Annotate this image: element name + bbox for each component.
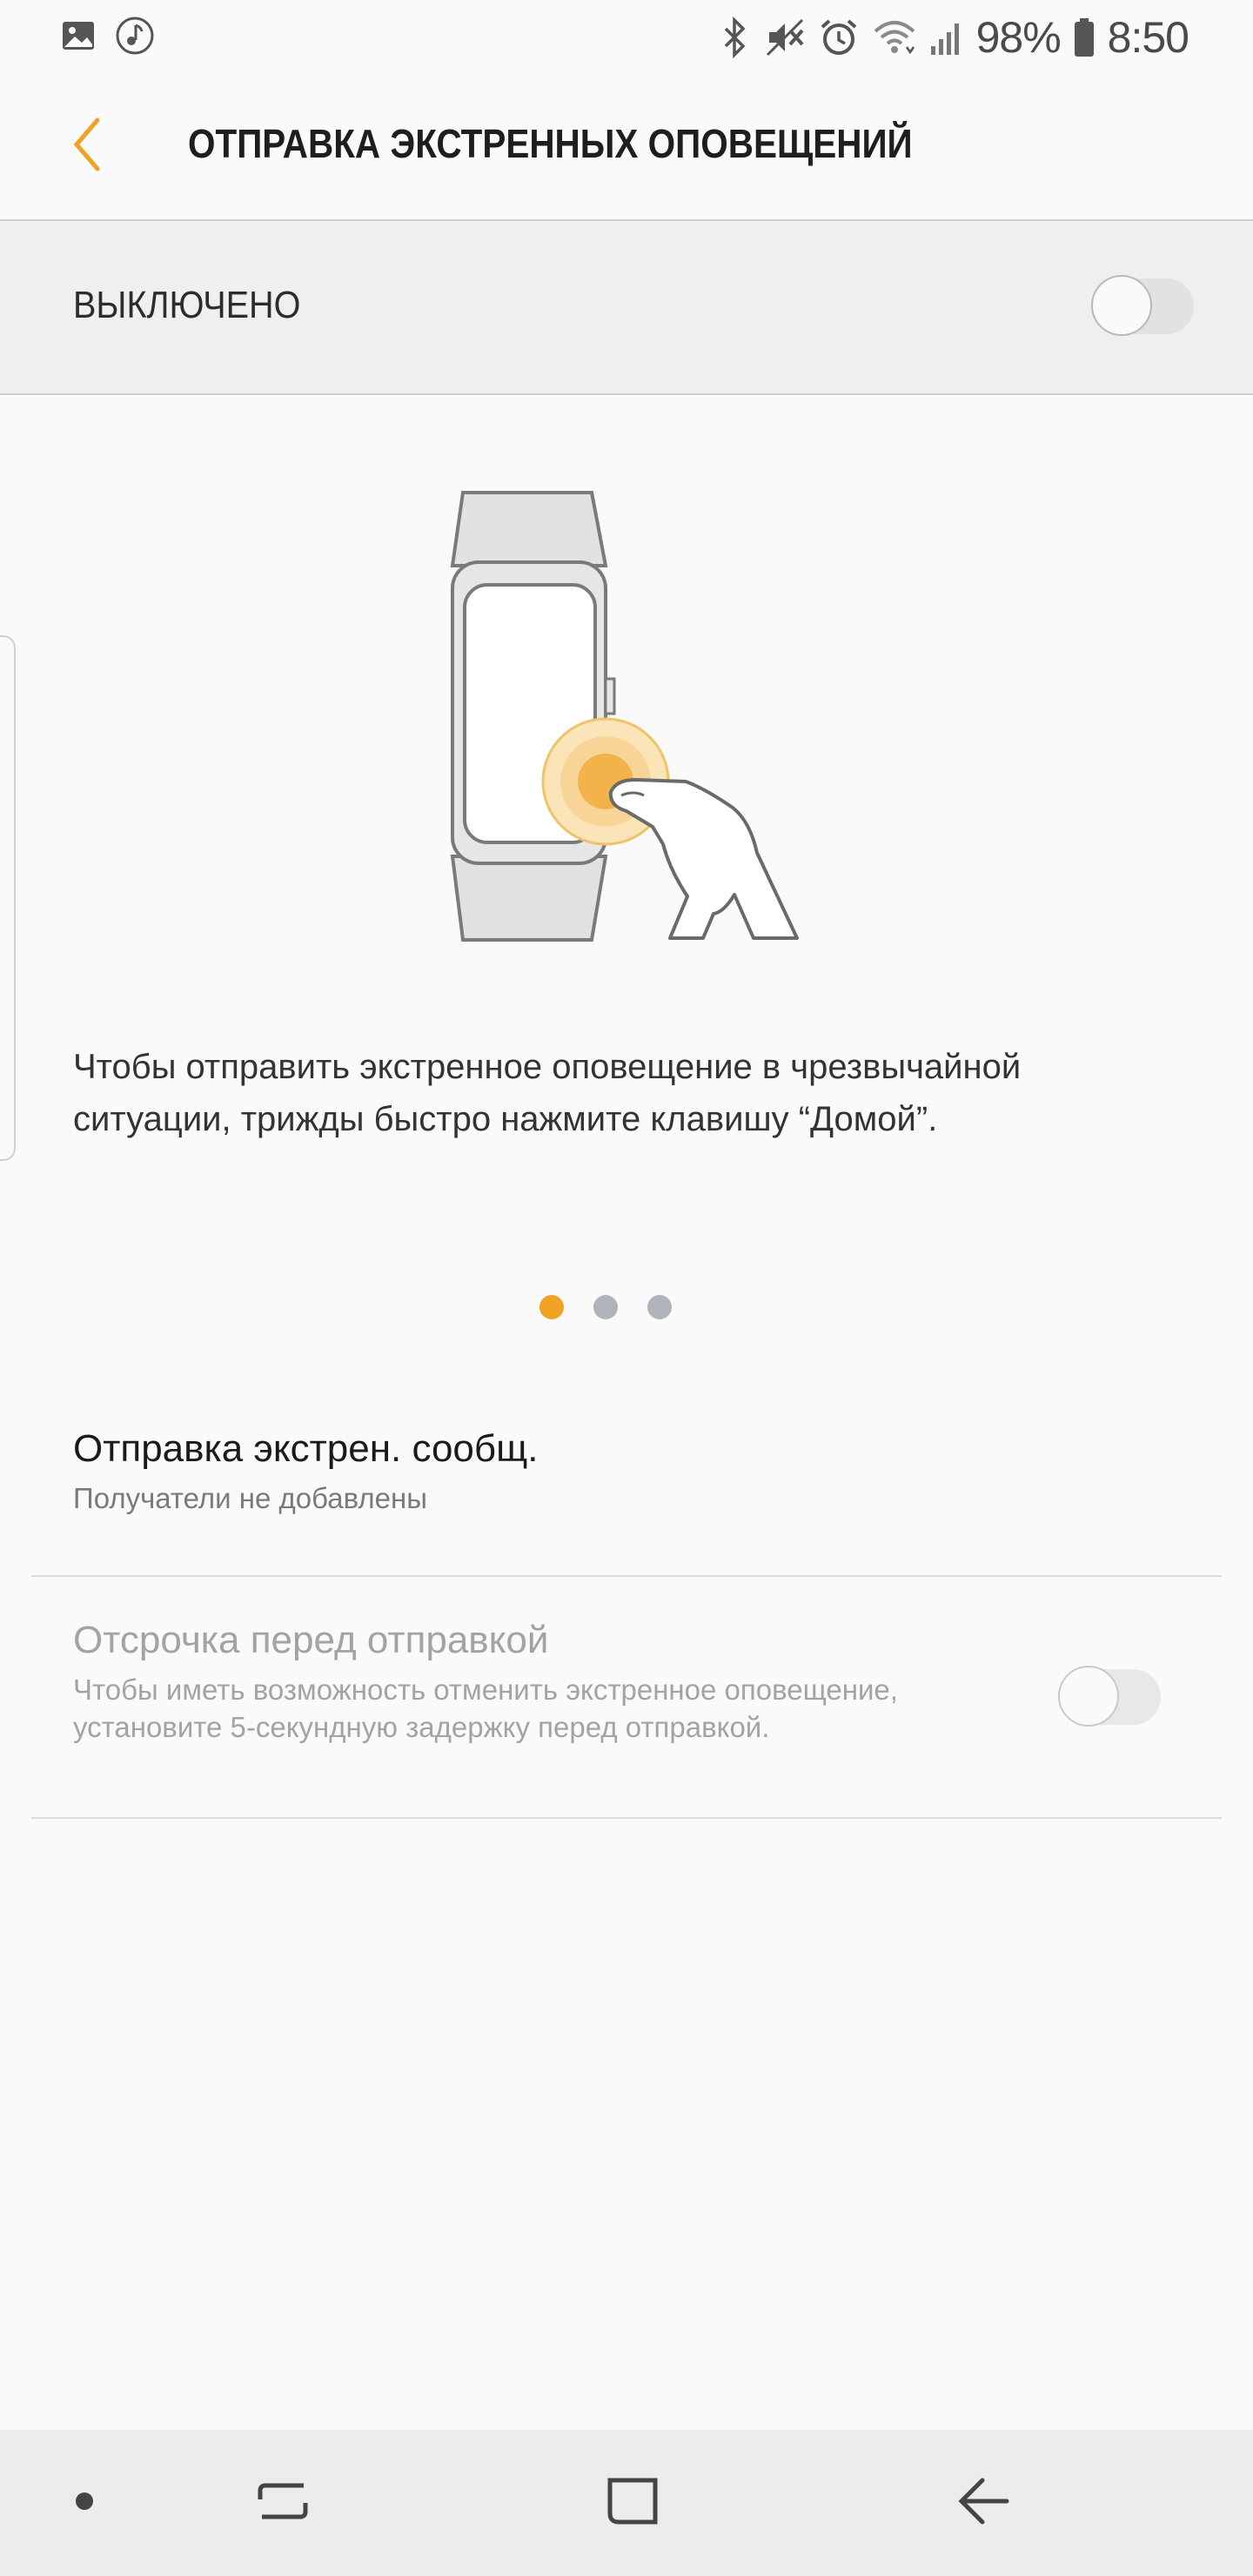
- wifi-icon: [872, 17, 917, 57]
- recents-icon: [255, 2473, 311, 2533]
- delay-toggle[interactable]: [1058, 1666, 1161, 1727]
- toggle-knob: [1091, 275, 1152, 336]
- bluetooth-icon: [717, 17, 752, 58]
- page-dot-2[interactable]: [593, 1295, 618, 1319]
- back-arrow-icon: [956, 2473, 1012, 2533]
- send-messages-summary: Получатели не добавлены: [73, 1482, 427, 1514]
- back-nav-button[interactable]: [945, 2468, 1023, 2538]
- alarm-icon: [818, 17, 860, 58]
- music-note-icon: [115, 16, 155, 56]
- tutorial-illustration: [409, 487, 844, 949]
- edge-panel-handle[interactable]: [0, 635, 16, 1161]
- send-messages-item[interactable]: Отправка экстрен. сообщ. Получатели не д…: [73, 1427, 1204, 1517]
- clock: 8:50: [1107, 13, 1189, 62]
- divider: [31, 1575, 1222, 1577]
- delay-title: Отсрочка перед отправкой: [73, 1619, 549, 1661]
- page-dot-1[interactable]: [539, 1295, 564, 1319]
- battery-percent: 98%: [975, 13, 1062, 62]
- divider: [31, 1817, 1222, 1819]
- page-title: ОТПРАВКА ЭКСТРЕННЫХ ОПОВЕЩЕНИЙ: [188, 121, 913, 166]
- navigation-bar: [0, 2430, 1253, 2576]
- master-toggle[interactable]: [1091, 275, 1194, 336]
- battery-icon: [1073, 17, 1096, 58]
- delay-summary: Чтобы иметь возможность отменить экстрен…: [73, 1674, 898, 1743]
- master-switch-label: ВЫКЛЮЧЕНО: [73, 284, 301, 326]
- home-button[interactable]: [593, 2468, 672, 2538]
- back-button[interactable]: [52, 111, 122, 181]
- master-switch-row[interactable]: ВЫКЛЮЧЕНО: [0, 219, 1253, 395]
- recents-button[interactable]: [244, 2468, 322, 2538]
- gallery-icon: [61, 18, 96, 53]
- vibrate-mute-icon: [764, 17, 806, 58]
- toggle-knob: [1058, 1666, 1119, 1727]
- status-bar: 98% 8:50: [0, 0, 1253, 75]
- home-icon: [605, 2473, 660, 2533]
- page-dot-3[interactable]: [647, 1295, 672, 1319]
- signal-icon: [929, 18, 964, 57]
- chevron-left-icon: [70, 117, 104, 177]
- dot-icon: [74, 2491, 95, 2516]
- dot-button[interactable]: [45, 2468, 124, 2538]
- delay-item: Отсрочка перед отправкой Чтобы иметь воз…: [73, 1619, 1204, 1746]
- page-indicator[interactable]: [539, 1295, 672, 1319]
- tutorial-description: Чтобы отправить экстренное оповещение в …: [73, 1048, 1022, 1138]
- send-messages-title: Отправка экстрен. сообщ.: [73, 1427, 539, 1470]
- app-bar: ОТПРАВКА ЭКСТРЕННЫХ ОПОВЕЩЕНИЙ: [0, 75, 1253, 219]
